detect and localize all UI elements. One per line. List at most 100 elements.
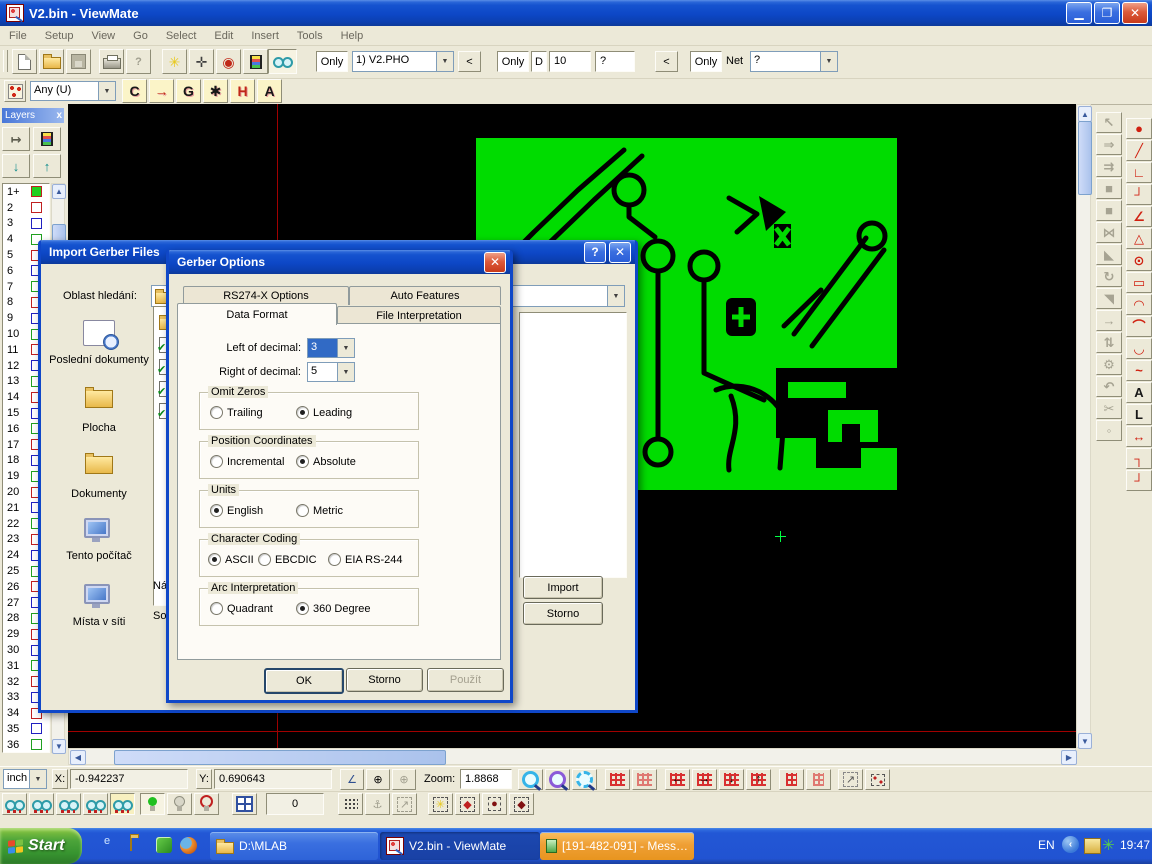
radio-eia-rs-244[interactable]: EIA RS-244 xyxy=(328,553,402,566)
view-options-button[interactable] xyxy=(268,49,297,74)
scroll-right-icon[interactable]: ▶ xyxy=(1061,750,1077,765)
pan-left-button[interactable]: ← xyxy=(665,769,690,790)
close-button[interactable]: ✕ xyxy=(609,242,631,263)
tray-clock[interactable]: 19:47 xyxy=(1120,838,1150,852)
flash-bright-button[interactable]: ✳ xyxy=(428,793,453,815)
path-mode-button[interactable]: ↗ xyxy=(392,793,417,815)
layer-row[interactable]: 2 xyxy=(3,200,49,216)
place-item-3[interactable]: Dokumenty xyxy=(49,452,149,500)
radio-leading[interactable]: Leading xyxy=(296,406,352,419)
radio-metric[interactable]: Metric xyxy=(296,504,343,517)
corner-tool-button[interactable]: ┘ xyxy=(1126,184,1152,205)
close-icon[interactable]: x xyxy=(56,110,62,121)
view-pads-button[interactable] xyxy=(56,793,81,815)
lamp-on-button[interactable] xyxy=(140,793,165,815)
quick-launch-ie-icon[interactable]: e xyxy=(104,835,124,855)
radio-ebcdic[interactable]: EBCDIC xyxy=(258,553,317,566)
angle-measure-button[interactable]: ∠ xyxy=(340,769,364,790)
layers-panel-titlebar[interactable]: Layers x xyxy=(2,108,64,123)
layer-color-swatch[interactable] xyxy=(31,218,42,229)
copy-feature-button[interactable]: ⇉ xyxy=(1096,156,1122,177)
chord-tool-button[interactable]: ◠ xyxy=(1126,294,1152,315)
help-button[interactable]: ? xyxy=(584,242,606,263)
right-of-decimal-combo[interactable]: 5 ▼ xyxy=(307,362,355,382)
angle-arc-tool-button[interactable]: ∠ xyxy=(1126,206,1152,227)
print-button[interactable] xyxy=(99,49,124,74)
task-button-1[interactable]: D:\MLAB xyxy=(210,832,378,860)
lamp-off-button[interactable] xyxy=(167,793,192,815)
film-colors-button[interactable] xyxy=(243,49,268,74)
radio-360-degree[interactable]: 360 Degree xyxy=(296,602,371,615)
layer-row[interactable]: 36 xyxy=(3,737,49,753)
place-item-4[interactable]: Tento počítač xyxy=(49,518,149,562)
dark-fill-button[interactable]: ■ xyxy=(1096,178,1122,199)
curve-tool-button[interactable]: ◡ xyxy=(1126,338,1152,359)
triangle-tool-button[interactable]: △ xyxy=(1126,228,1152,249)
close-button[interactable]: ✕ xyxy=(484,252,506,273)
prev-dcode-button[interactable]: < xyxy=(655,51,678,72)
lamp-outline-button[interactable] xyxy=(194,793,219,815)
place-item-5[interactable]: Místa v síti xyxy=(49,584,149,628)
grid-snap-button[interactable] xyxy=(632,769,657,790)
flash-mode-button[interactable]: ✳ xyxy=(162,49,187,74)
place-item-2[interactable]: Plocha xyxy=(49,386,149,434)
quick-launch-book-icon[interactable] xyxy=(156,837,172,853)
scroll-left-icon[interactable]: ◀ xyxy=(70,750,86,765)
select-text-tool-button[interactable]: A xyxy=(257,79,282,103)
tab-data-format[interactable]: Data Format xyxy=(177,303,337,325)
left-of-decimal-combo[interactable]: 3 ▼ xyxy=(307,338,355,358)
view-traces-button[interactable] xyxy=(29,793,54,815)
scroll-up-icon[interactable]: ▲ xyxy=(1078,106,1092,122)
pan-down-button[interactable]: ↓ xyxy=(719,769,744,790)
select-flash-tool-button[interactable]: ✱ xyxy=(203,79,228,103)
menu-item-file[interactable]: File xyxy=(0,28,36,44)
tray-collapse-icon[interactable]: ‹ xyxy=(1062,836,1079,853)
only-layer-toggle[interactable]: Only xyxy=(316,51,348,72)
zoom-value-input[interactable]: 1.8868 xyxy=(460,769,512,789)
layer-combo[interactable]: 1) V2.PHO▼ xyxy=(352,51,454,72)
menu-item-edit[interactable]: Edit xyxy=(205,28,242,44)
restore-button[interactable]: ❐ xyxy=(1094,2,1120,24)
layer-up-button[interactable]: ↑ xyxy=(33,154,61,178)
menu-item-tools[interactable]: Tools xyxy=(288,28,332,44)
flash-red-button[interactable]: ◆ xyxy=(455,793,480,815)
cut-region-button[interactable]: ✂ xyxy=(1096,398,1122,419)
zoom-in-button[interactable] xyxy=(518,769,543,790)
relative-origin-button[interactable]: ⊕ xyxy=(392,769,416,790)
select-mode-button[interactable] xyxy=(4,80,26,102)
grid-toggle-button[interactable] xyxy=(605,769,630,790)
layer-row[interactable]: 35 xyxy=(3,721,49,737)
dcode-query-field[interactable]: ? xyxy=(595,51,635,72)
quick-launch-firefox-icon[interactable] xyxy=(180,837,197,854)
zoom-window-button[interactable] xyxy=(572,769,597,790)
radio-quadrant[interactable]: Quadrant xyxy=(210,602,273,615)
view-highlight-button[interactable] xyxy=(110,793,135,815)
view-selected-button[interactable] xyxy=(83,793,108,815)
line-tool-button[interactable]: ╱ xyxy=(1126,140,1152,161)
grid-b-button[interactable] xyxy=(806,769,831,790)
only-dcode-toggle[interactable]: Only xyxy=(497,51,529,72)
cancel-button[interactable]: Storno xyxy=(523,602,603,625)
save-file-button[interactable] xyxy=(66,49,91,74)
task-button-3[interactable]: [191-482-091] - Mess… xyxy=(540,832,694,860)
layer-color-swatch[interactable] xyxy=(31,202,42,213)
layer-color-swatch[interactable] xyxy=(31,723,42,734)
pan-right-button[interactable]: → xyxy=(692,769,717,790)
new-file-button[interactable] xyxy=(12,49,37,74)
undo-shape-button[interactable]: ↶ xyxy=(1096,376,1122,397)
view-all-button[interactable] xyxy=(2,793,27,815)
flash-dark-dot-button[interactable]: ● xyxy=(482,793,507,815)
layer-row[interactable]: 1+ xyxy=(3,184,49,200)
dimension-tool-button[interactable]: ↔ xyxy=(1126,426,1152,447)
selection-arrow-button[interactable]: ↖ xyxy=(1096,112,1122,133)
aperture-mode-button[interactable]: ✛ xyxy=(189,49,214,74)
ok-button[interactable]: OK xyxy=(264,668,344,694)
sketch-tool-button[interactable]: ~ xyxy=(1126,360,1152,381)
pad-tool-button[interactable]: ● xyxy=(1126,118,1152,139)
menu-item-help[interactable]: Help xyxy=(332,28,373,44)
scroll-down-icon[interactable]: ▼ xyxy=(52,739,66,754)
gerber-dialog-titlebar[interactable]: Gerber Options ✕ xyxy=(169,250,510,274)
aperture-filter-combo[interactable]: Any (U)▼ xyxy=(30,81,116,101)
scale-feature-button[interactable]: ◥ xyxy=(1096,288,1122,309)
rotate-feature-button[interactable]: ↻ xyxy=(1096,266,1122,287)
